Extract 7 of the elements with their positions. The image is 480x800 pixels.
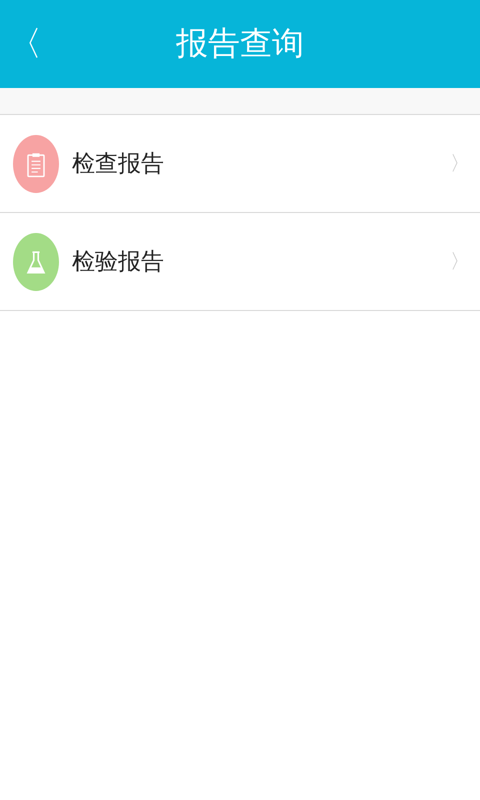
item-label: 检验报告	[72, 248, 165, 277]
chevron-icon: 〉	[450, 248, 470, 275]
menu-item[interactable]: 检查报告 〉	[0, 115, 480, 213]
page-title: 报告查询	[176, 23, 304, 64]
menu-item[interactable]: 检验报告 〉	[0, 213, 480, 311]
chevron-icon: 〉	[450, 150, 470, 177]
item-label: 检查报告	[72, 150, 165, 179]
